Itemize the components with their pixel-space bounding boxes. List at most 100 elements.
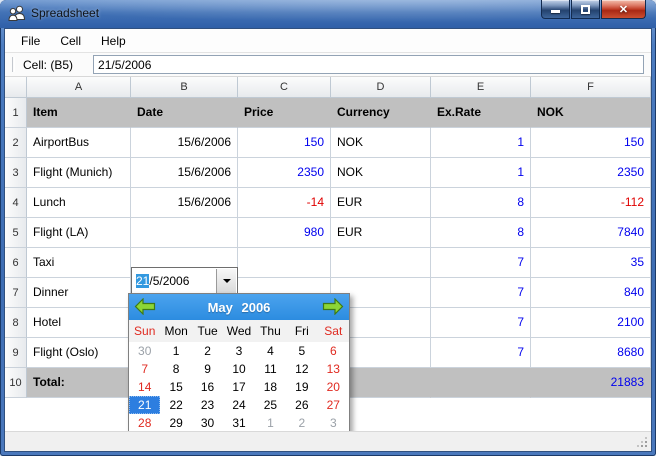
row-header-6[interactable]: 6 (5, 248, 27, 278)
cell-E8[interactable]: 7 (431, 308, 531, 338)
row-header-2[interactable]: 2 (5, 128, 27, 158)
previous-month-button[interactable] (134, 298, 156, 315)
cell-A5[interactable]: Flight (LA) (27, 218, 131, 248)
cell-C4[interactable]: -14 (238, 188, 331, 218)
column-header-E[interactable]: E (431, 77, 531, 98)
title-bar[interactable]: Spreadsheet (0, 0, 656, 28)
row-header-5[interactable]: 5 (5, 218, 27, 248)
cell-B5[interactable] (131, 218, 238, 248)
calendar-day-7[interactable]: 7 (129, 362, 160, 376)
calendar-day-29[interactable]: 29 (160, 416, 191, 430)
next-month-button[interactable] (322, 298, 344, 315)
row-header-9[interactable]: 9 (5, 338, 27, 368)
column-header-C[interactable]: C (238, 77, 331, 98)
calendar-day-23[interactable]: 23 (192, 398, 223, 412)
cell-A4[interactable]: Lunch (27, 188, 131, 218)
calendar-day-5[interactable]: 5 (286, 344, 317, 358)
cell-E9[interactable]: 7 (431, 338, 531, 368)
calendar-day-21[interactable]: 21 (129, 396, 161, 414)
cell-F8[interactable]: 2100 (531, 308, 651, 338)
row-header-4[interactable]: 4 (5, 188, 27, 218)
menu-item-help[interactable]: Help (91, 31, 136, 51)
cell-E4[interactable]: 8 (431, 188, 531, 218)
cell-E10[interactable] (431, 368, 531, 398)
cell-E2[interactable]: 1 (431, 128, 531, 158)
calendar-day-30[interactable]: 30 (129, 344, 160, 358)
cell-A9[interactable]: Flight (Oslo) (27, 338, 131, 368)
row-header-3[interactable]: 3 (5, 158, 27, 188)
calendar-day-4[interactable]: 4 (255, 344, 286, 358)
cell-E6[interactable]: 7 (431, 248, 531, 278)
calendar-day-3[interactable]: 3 (223, 344, 254, 358)
calendar-day-9[interactable]: 9 (192, 362, 223, 376)
calendar-day-11[interactable]: 11 (255, 362, 286, 376)
calendar-day-26[interactable]: 26 (286, 398, 317, 412)
cell-B4[interactable]: 15/6/2006 (131, 188, 238, 218)
cell-A1[interactable]: Item (27, 98, 131, 128)
cell-A2[interactable]: AirportBus (27, 128, 131, 158)
cell-C2[interactable]: 150 (238, 128, 331, 158)
row-header-7[interactable]: 7 (5, 278, 27, 308)
cell-A3[interactable]: Flight (Munich) (27, 158, 131, 188)
cell-D6[interactable] (331, 248, 431, 278)
maximize-button[interactable] (571, 0, 600, 19)
calendar-day-16[interactable]: 16 (192, 380, 223, 394)
calendar-day-10[interactable]: 10 (223, 362, 254, 376)
close-button[interactable] (601, 0, 646, 19)
minimize-button[interactable] (541, 0, 570, 19)
calendar-day-17[interactable]: 17 (223, 380, 254, 394)
cell-D4[interactable]: EUR (331, 188, 431, 218)
cell-A7[interactable]: Dinner (27, 278, 131, 308)
cell-F2[interactable]: 150 (531, 128, 651, 158)
calendar-day-19[interactable]: 19 (286, 380, 317, 394)
column-header-D[interactable]: D (331, 77, 431, 98)
cell-F9[interactable]: 8680 (531, 338, 651, 368)
date-editor[interactable]: 21/5/2006 (131, 267, 238, 295)
calendar-day-30[interactable]: 30 (192, 416, 223, 430)
cell-A8[interactable]: Hotel (27, 308, 131, 338)
cell-D5[interactable]: EUR (331, 218, 431, 248)
cell-E1[interactable]: Ex.Rate (431, 98, 531, 128)
cell-E3[interactable]: 1 (431, 158, 531, 188)
grid-corner[interactable] (5, 77, 27, 98)
cell-C5[interactable]: 980 (238, 218, 331, 248)
row-header-10[interactable]: 10 (5, 368, 27, 398)
cell-B2[interactable]: 15/6/2006 (131, 128, 238, 158)
calendar-day-1[interactable]: 1 (255, 416, 286, 430)
cell-F4[interactable]: -112 (531, 188, 651, 218)
cell-F1[interactable]: NOK (531, 98, 651, 128)
calendar-day-13[interactable]: 13 (318, 362, 349, 376)
cell-E5[interactable]: 8 (431, 218, 531, 248)
calendar-day-6[interactable]: 6 (318, 344, 349, 358)
cell-E7[interactable]: 7 (431, 278, 531, 308)
menu-item-file[interactable]: File (11, 31, 50, 51)
column-header-A[interactable]: A (27, 77, 131, 98)
column-header-B[interactable]: B (131, 77, 238, 98)
menu-item-cell[interactable]: Cell (50, 31, 91, 51)
calendar-day-18[interactable]: 18 (255, 380, 286, 394)
cell-C3[interactable]: 2350 (238, 158, 331, 188)
calendar-day-12[interactable]: 12 (286, 362, 317, 376)
calendar-day-27[interactable]: 27 (318, 398, 349, 412)
calendar-day-22[interactable]: 22 (160, 398, 191, 412)
calendar-day-24[interactable]: 24 (223, 398, 254, 412)
cell-F7[interactable]: 840 (531, 278, 651, 308)
calendar-day-20[interactable]: 20 (318, 380, 349, 394)
cell-F6[interactable]: 35 (531, 248, 651, 278)
calendar-day-14[interactable]: 14 (129, 380, 160, 394)
resize-grip[interactable] (635, 435, 647, 447)
calendar-day-25[interactable]: 25 (255, 398, 286, 412)
cell-B3[interactable]: 15/6/2006 (131, 158, 238, 188)
row-header-1[interactable]: 1 (5, 98, 27, 128)
cell-value-input[interactable] (93, 55, 644, 74)
cell-D3[interactable]: NOK (331, 158, 431, 188)
calendar-day-15[interactable]: 15 (160, 380, 191, 394)
cell-D2[interactable]: NOK (331, 128, 431, 158)
calendar-day-2[interactable]: 2 (192, 344, 223, 358)
calendar-day-2[interactable]: 2 (286, 416, 317, 430)
cell-D1[interactable]: Currency (331, 98, 431, 128)
calendar-day-3[interactable]: 3 (318, 416, 349, 430)
cell-C6[interactable] (238, 248, 331, 278)
cell-F3[interactable]: 2350 (531, 158, 651, 188)
date-dropdown-button[interactable] (216, 269, 236, 293)
